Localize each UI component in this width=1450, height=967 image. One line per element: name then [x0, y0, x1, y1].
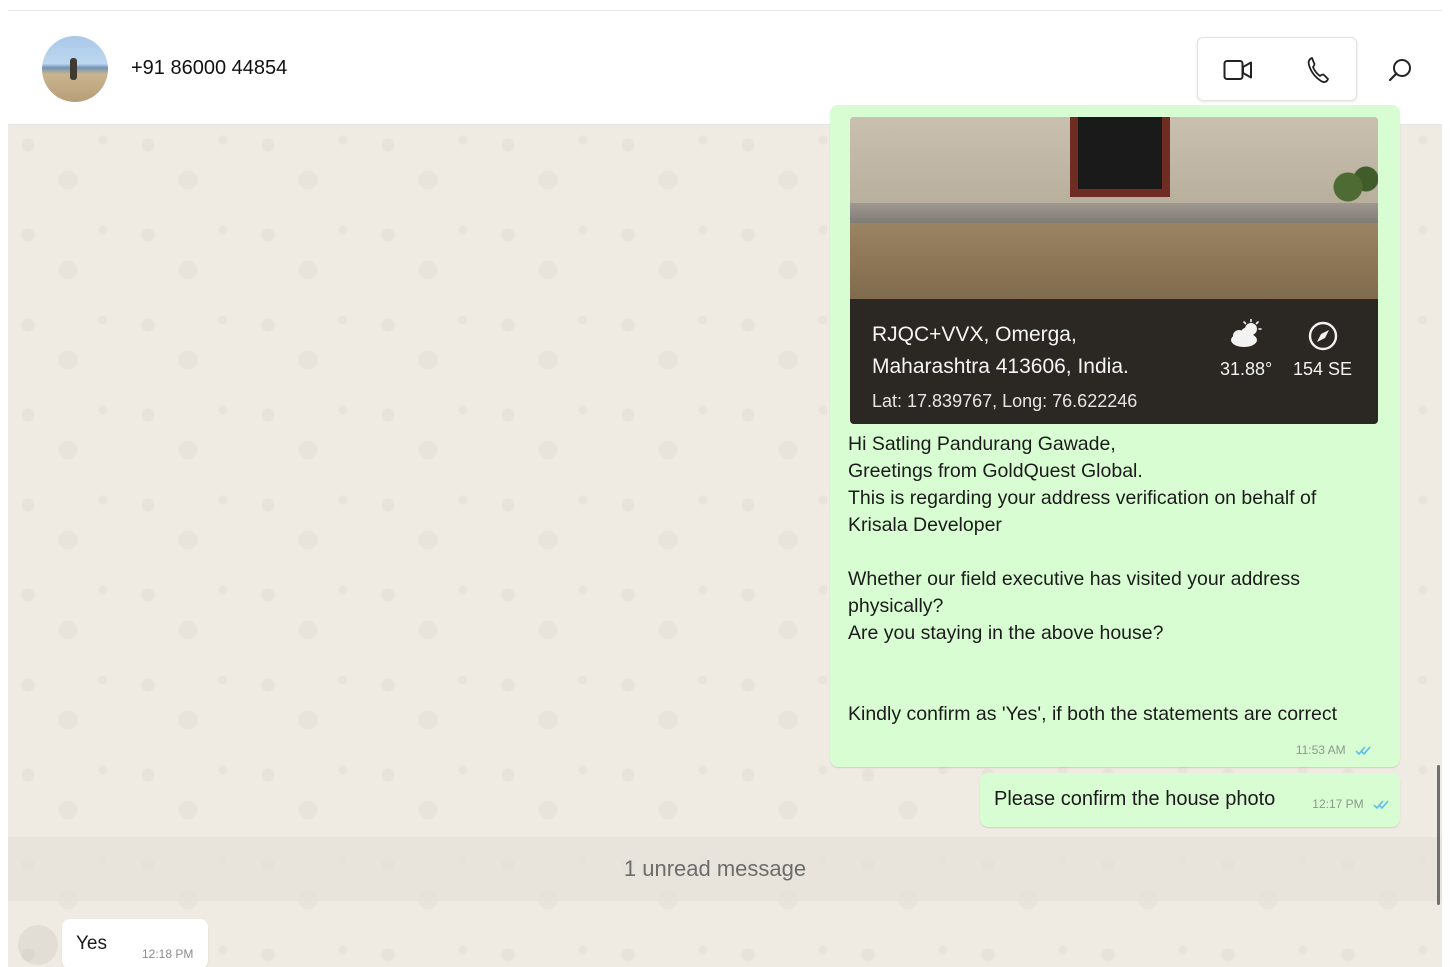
- message-text: Yes: [76, 933, 107, 954]
- video-call-button[interactable]: [1198, 38, 1278, 102]
- double-check-icon: [1373, 800, 1389, 810]
- incoming-message-bubble[interactable]: Yes 12:18 PM: [62, 919, 208, 967]
- photo-step: [850, 203, 1378, 225]
- partly-cloudy-icon: [1231, 319, 1262, 347]
- message-time: 11:53 AM: [1295, 743, 1346, 757]
- photo-plant: [1308, 157, 1378, 217]
- geotag-temperature: 31.88°: [1220, 359, 1273, 379]
- geotag-bearing: 154 SE: [1293, 359, 1353, 379]
- contact-name[interactable]: +91 86000 44854: [131, 57, 287, 80]
- message-time: 12:17 PM: [1312, 797, 1364, 811]
- photo-door: [1070, 117, 1170, 197]
- message-line: Are you staying in the above house?: [848, 622, 1164, 644]
- chat-scrollbar[interactable]: [1437, 765, 1440, 905]
- unread-divider: 1 unread message: [8, 837, 1442, 901]
- double-check-icon: [1355, 746, 1371, 756]
- geotag-overlay: RJQC+VVX, Omerga, Maharashtra 413606, In…: [850, 299, 1378, 424]
- unread-label: 1 unread message: [623, 856, 807, 881]
- compass-icon: [1308, 321, 1338, 351]
- video-camera-icon: [1223, 60, 1252, 80]
- phone-icon: [1307, 57, 1329, 83]
- message-meta: 11:53 AM: [1296, 743, 1372, 757]
- chat-window: +91 86000 44854 RJQC+VVX, Omerga, Mahara…: [8, 10, 1442, 967]
- geotag-lat-long: Lat: 17.839767, Long: 76.622246: [872, 391, 1138, 411]
- avatar-person-figure: [70, 58, 77, 80]
- message-text: Please confirm the house photo: [994, 788, 1276, 810]
- message-line: Greetings from GoldQuest Global.: [848, 460, 1143, 482]
- search-button[interactable]: [1378, 53, 1422, 87]
- search-icon: [1388, 59, 1411, 82]
- geotag-address-line1: RJQC+VVX, Omerga,: [872, 323, 1077, 346]
- outgoing-message-bubble[interactable]: RJQC+VVX, Omerga, Maharashtra 413606, In…: [830, 105, 1400, 767]
- message-line: Hi Satling Pandurang Gawade,: [848, 433, 1116, 455]
- geotag-address-line2: Maharashtra 413606, India.: [872, 355, 1129, 378]
- message-line: This is regarding your address verificat…: [848, 487, 1322, 536]
- voice-call-button[interactable]: [1278, 38, 1358, 102]
- message-line: Whether our field executive has visited …: [848, 568, 1306, 617]
- house-photo-attachment[interactable]: RJQC+VVX, Omerga, Maharashtra 413606, In…: [850, 117, 1378, 424]
- sender-avatar-placeholder: [18, 925, 58, 965]
- photo-ground: [850, 223, 1378, 303]
- outgoing-message-bubble[interactable]: Please confirm the house photo 12:17 PM: [980, 773, 1400, 827]
- contact-avatar[interactable]: [42, 36, 108, 102]
- call-button-group: [1197, 37, 1357, 101]
- message-meta: 12:17 PM: [1312, 797, 1390, 811]
- message-text: Hi Satling Pandurang Gawade, Greetings f…: [848, 431, 1378, 728]
- message-time: 12:18 PM: [142, 947, 194, 961]
- message-line: Kindly confirm as 'Yes', if both the sta…: [848, 703, 1338, 725]
- chat-area[interactable]: RJQC+VVX, Omerga, Maharashtra 413606, In…: [8, 105, 1442, 967]
